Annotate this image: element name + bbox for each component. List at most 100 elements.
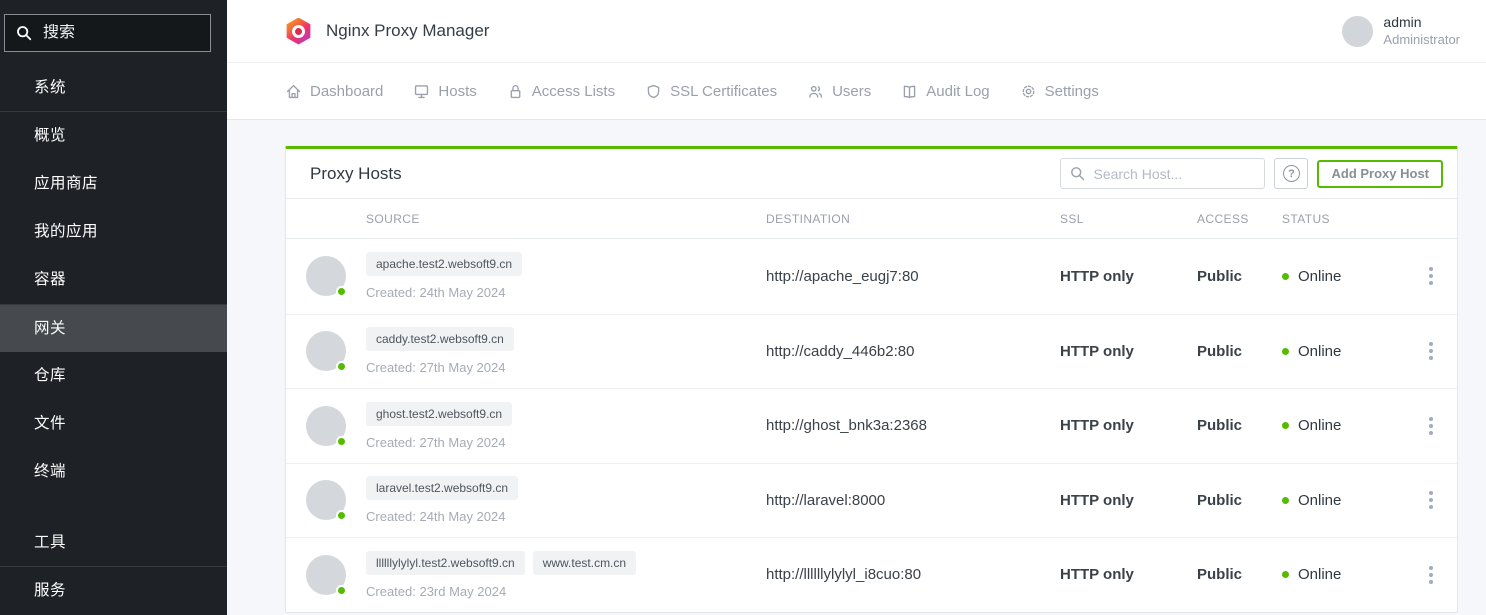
sidebar-item-terminal[interactable]: 终端 <box>0 448 227 496</box>
content-area: Proxy Hosts ? Add Proxy Host <box>227 120 1486 615</box>
help-button[interactable]: ? <box>1274 158 1308 189</box>
sidebar-item-label: 网关 <box>34 320 66 337</box>
destination: http://ghost_bnk3a:2368 <box>766 417 1060 434</box>
tab-audit-log[interactable]: Audit Log <box>901 83 989 100</box>
user-avatar <box>1342 16 1373 47</box>
domain-badge: llllllylylyl.test2.websoft9.cn <box>366 551 525 575</box>
sidebar-search <box>4 14 211 52</box>
tab-label: Hosts <box>438 83 476 100</box>
add-proxy-host-button[interactable]: Add Proxy Host <box>1317 160 1443 188</box>
host-avatar <box>306 480 346 520</box>
row-menu-button[interactable] <box>1405 485 1457 515</box>
tab-dashboard[interactable]: Dashboard <box>285 83 383 100</box>
status-label: Online <box>1298 417 1341 434</box>
column-header-ssl: SSL <box>1060 212 1197 226</box>
sidebar-item-system[interactable]: 系统 <box>0 64 227 112</box>
sidebar-item-overview[interactable]: 概览 <box>0 112 227 160</box>
status-dot-icon <box>1282 497 1289 504</box>
row-menu-button[interactable] <box>1405 411 1457 441</box>
tab-access-lists[interactable]: Access Lists <box>507 83 615 100</box>
sidebar-item-label: 服务 <box>34 582 66 599</box>
destination: http://laravel:8000 <box>766 492 1060 509</box>
search-icon <box>15 24 33 42</box>
host-search-input[interactable] <box>1060 158 1265 189</box>
access-value: Public <box>1197 492 1282 509</box>
sidebar-item-app-store[interactable]: 应用商店 <box>0 160 227 208</box>
sidebar-item-label: 容器 <box>34 271 66 288</box>
sidebar-item-services[interactable]: 服务 <box>0 567 227 615</box>
domain-badge: laravel.test2.websoft9.cn <box>366 476 518 500</box>
table-row[interactable]: laravel.test2.websoft9.cn Created: 24th … <box>286 463 1457 538</box>
user-menu[interactable]: admin Administrator <box>1342 14 1460 48</box>
gear-icon <box>1020 83 1037 100</box>
row-menu-button[interactable] <box>1405 560 1457 590</box>
domain-badge: www.test.cm.cn <box>533 551 636 575</box>
tab-users[interactable]: Users <box>807 83 871 100</box>
online-indicator <box>336 286 347 297</box>
user-role: Administrator <box>1383 32 1460 48</box>
created-date: Created: 27th May 2024 <box>366 435 766 450</box>
ssl-value: HTTP only <box>1060 417 1197 434</box>
host-avatar <box>306 406 346 446</box>
app-title: Nginx Proxy Manager <box>326 21 489 41</box>
question-mark-icon: ? <box>1283 165 1300 182</box>
access-value: Public <box>1197 417 1282 434</box>
sidebar: 系统 概览 应用商店 我的应用 容器 网关 仓库 文件 终端 工具 服务 <box>0 0 227 615</box>
online-indicator <box>336 361 347 372</box>
row-menu-button[interactable] <box>1405 261 1457 291</box>
table-row[interactable]: caddy.test2.websoft9.cn Created: 27th Ma… <box>286 314 1457 389</box>
lock-icon <box>507 83 524 100</box>
home-icon <box>285 83 302 100</box>
status-label: Online <box>1298 343 1341 360</box>
table-row[interactable]: apache.test2.websoft9.cn Created: 24th M… <box>286 239 1457 314</box>
sidebar-item-gateway[interactable]: 网关 <box>0 304 227 352</box>
table-row[interactable]: ghost.test2.websoft9.cn Created: 27th Ma… <box>286 388 1457 463</box>
status-dot-icon <box>1282 571 1289 578</box>
tab-ssl-certificates[interactable]: SSL Certificates <box>645 83 777 100</box>
nginx-proxy-manager-logo-icon <box>285 18 312 45</box>
online-indicator <box>336 585 347 596</box>
sidebar-item-my-apps[interactable]: 我的应用 <box>0 208 227 256</box>
sidebar-item-tools[interactable]: 工具 <box>0 519 227 567</box>
column-header-destination: DESTINATION <box>766 212 1060 226</box>
tab-label: Audit Log <box>926 83 989 100</box>
sidebar-item-label: 系统 <box>34 79 66 96</box>
column-header-source: SOURCE <box>366 212 766 226</box>
destination: http://llllllylylyl_i8cuo:80 <box>766 566 1060 583</box>
monitor-icon <box>413 83 430 100</box>
ssl-value: HTTP only <box>1060 492 1197 509</box>
column-header-status: STATUS <box>1282 212 1397 226</box>
sidebar-item-label: 文件 <box>34 415 66 432</box>
status-dot-icon <box>1282 348 1289 355</box>
row-menu-button[interactable] <box>1405 336 1457 366</box>
tab-hosts[interactable]: Hosts <box>413 83 476 100</box>
status-dot-icon <box>1282 422 1289 429</box>
status-label: Online <box>1298 268 1341 285</box>
sidebar-search-input[interactable] <box>43 24 200 42</box>
tab-label: Users <box>832 83 871 100</box>
destination: http://apache_eugj7:80 <box>766 268 1060 285</box>
sidebar-item-files[interactable]: 文件 <box>0 400 227 448</box>
status-label: Online <box>1298 492 1341 509</box>
ssl-value: HTTP only <box>1060 343 1197 360</box>
main-nav: Dashboard Hosts Access Lists SSL Certifi… <box>227 63 1486 120</box>
brand: Nginx Proxy Manager <box>285 18 489 45</box>
sidebar-item-label: 工具 <box>34 534 66 551</box>
access-value: Public <box>1197 566 1282 583</box>
online-indicator <box>336 510 347 521</box>
domain-badge: caddy.test2.websoft9.cn <box>366 327 514 351</box>
status-dot-icon <box>1282 273 1289 280</box>
sidebar-item-repository[interactable]: 仓库 <box>0 352 227 400</box>
domain-badge: ghost.test2.websoft9.cn <box>366 402 512 426</box>
sidebar-item-label: 终端 <box>34 463 66 480</box>
tab-settings[interactable]: Settings <box>1020 83 1099 100</box>
sidebar-item-label: 应用商店 <box>34 175 98 192</box>
created-date: Created: 24th May 2024 <box>366 509 766 524</box>
domain-badge: apache.test2.websoft9.cn <box>366 252 522 276</box>
sidebar-item-label: 我的应用 <box>34 223 98 240</box>
host-avatar <box>306 331 346 371</box>
ssl-value: HTTP only <box>1060 566 1197 583</box>
sidebar-item-containers[interactable]: 容器 <box>0 256 227 304</box>
sidebar-spacer <box>0 496 227 519</box>
table-row[interactable]: llllllylylyl.test2.websoft9.cn www.test.… <box>286 537 1457 612</box>
